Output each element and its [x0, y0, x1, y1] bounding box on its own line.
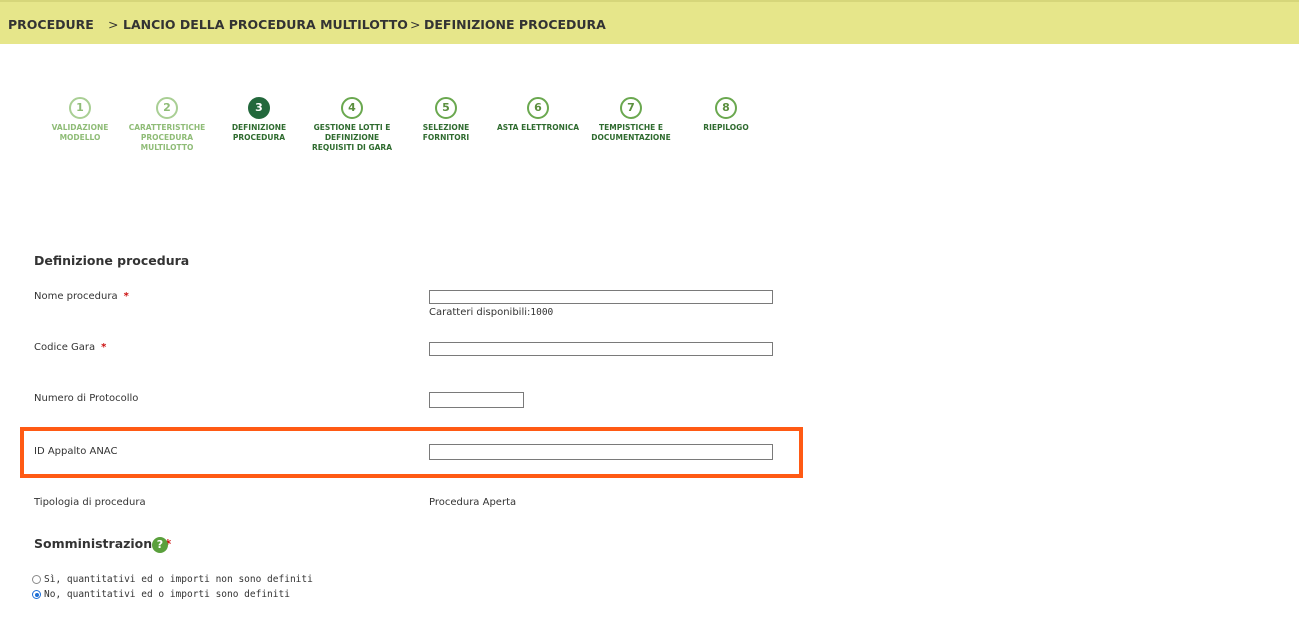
tipologia-value: Procedura Aperta: [429, 497, 517, 508]
step-circle: 7: [620, 97, 642, 119]
tipologia-label: Tipologia di procedura: [34, 497, 146, 508]
step-label: SELEZIONE FORNITORI: [422, 123, 470, 142]
somministrazione-title-text: Somministrazione: [34, 536, 161, 551]
breadcrumb-item-definizione: DEFINIZIONE PROCEDURA: [424, 17, 606, 32]
breadcrumb-item-procedure[interactable]: PROCEDURE: [8, 17, 94, 32]
char-counter-value: 1000: [530, 307, 554, 318]
step-label: RIEPILOGO: [703, 123, 749, 132]
numero-protocollo-label: Numero di Protocollo: [34, 393, 139, 404]
step-circle: 3: [248, 97, 270, 119]
radio-label: No, quantitativi ed o importi sono defin…: [44, 589, 290, 600]
step-circle: 8: [715, 97, 737, 119]
step-label: TEMPISTICHE E DOCUMENTAZIONE: [591, 123, 671, 142]
breadcrumb-separator: >: [410, 17, 421, 32]
nome-procedura-char-counter: Caratteri disponibili:1000: [429, 307, 553, 318]
id-appalto-anac-input[interactable]: [429, 444, 773, 460]
step-7[interactable]: 7 TEMPISTICHE E DOCUMENTAZIONE: [581, 97, 681, 143]
required-marker: *: [123, 291, 129, 302]
codice-gara-label: Codice Gara *: [34, 342, 106, 353]
breadcrumb: PROCEDURE > LANCIO DELLA PROCEDURA MULTI…: [0, 0, 1299, 44]
step-circle: 1: [69, 97, 91, 119]
step-circle: 6: [527, 97, 549, 119]
nome-procedura-input[interactable]: [429, 290, 773, 304]
radio-button[interactable]: [32, 575, 41, 584]
nome-procedura-label: Nome procedura *: [34, 291, 129, 302]
step-3[interactable]: 3 DEFINIZIONE PROCEDURA: [209, 97, 309, 143]
step-circle: 4: [341, 97, 363, 119]
step-4[interactable]: 4 GESTIONE LOTTI E DEFINIZIONE REQUISITI…: [302, 97, 402, 153]
step-6[interactable]: 6 ASTA ELETTRONICA: [488, 97, 588, 133]
codice-gara-input[interactable]: [429, 342, 773, 356]
step-label: GESTIONE LOTTI E DEFINIZIONE REQUISITI D…: [311, 123, 393, 152]
step-circle: 5: [435, 97, 457, 119]
required-marker: *: [101, 342, 107, 353]
radio-button[interactable]: [32, 590, 41, 599]
step-label: ASTA ELETTRONICA: [496, 123, 580, 132]
somministrazione-title: Somministrazione*: [34, 536, 171, 551]
help-icon[interactable]: ?: [152, 537, 168, 553]
numero-protocollo-input[interactable]: [429, 392, 524, 408]
step-label: VALIDAZIONE MODELLO: [51, 123, 109, 142]
section-title: Definizione procedura: [34, 253, 190, 268]
radio-label: Sì, quantitativi ed o importi non sono d…: [44, 574, 313, 585]
char-counter-prefix: Caratteri disponibili:: [429, 307, 531, 318]
codice-gara-label-text: Codice Gara: [34, 342, 96, 353]
step-label: DEFINIZIONE PROCEDURA: [231, 123, 287, 142]
step-label: CARATTERISTICHE PROCEDURA MULTILOTTO: [128, 123, 206, 152]
breadcrumb-separator: >: [108, 17, 119, 32]
step-5[interactable]: 5 SELEZIONE FORNITORI: [396, 97, 496, 143]
step-2[interactable]: 2 CARATTERISTICHE PROCEDURA MULTILOTTO: [117, 97, 217, 153]
step-8[interactable]: 8 RIEPILOGO: [676, 97, 776, 133]
step-1[interactable]: 1 VALIDAZIONE MODELLO: [30, 97, 130, 143]
breadcrumb-item-lancio[interactable]: LANCIO DELLA PROCEDURA MULTILOTTO: [123, 17, 408, 32]
step-circle: 2: [156, 97, 178, 119]
nome-procedura-label-text: Nome procedura: [34, 291, 118, 302]
somministrazione-option-si[interactable]: Sì, quantitativi ed o importi non sono d…: [32, 573, 313, 586]
id-appalto-anac-label: ID Appalto ANAC: [34, 446, 118, 457]
somministrazione-option-no[interactable]: No, quantitativi ed o importi sono defin…: [32, 588, 290, 601]
